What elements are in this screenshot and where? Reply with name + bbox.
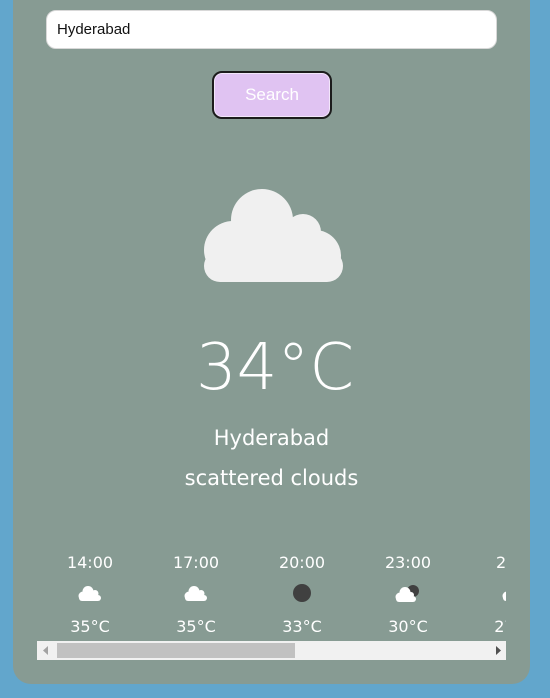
cloud-icon [200,188,346,282]
city-search-input[interactable] [46,10,497,49]
forecast-time: 2:00 [496,553,506,572]
forecast-item: 14:00 35°C [37,548,143,642]
moon-icon [249,578,355,608]
horizontal-scrollbar[interactable] [37,641,506,660]
forecast-temp: 35°C [70,617,110,636]
scroll-right-arrow-icon[interactable] [489,641,506,660]
forecast-time: 17:00 [172,553,220,572]
forecast-temp: 35°C [176,617,216,636]
scrollbar-thumb[interactable] [57,643,295,658]
forecast-item: 20:00 33°C [249,548,355,642]
cloudy-night-icon [355,578,461,608]
weather-description: scattered clouds [184,466,359,490]
forecast-time: 14:00 [66,553,114,572]
search-button[interactable]: Search [212,71,332,119]
cloud-icon [143,578,249,608]
cloud-icon [37,578,143,608]
forecast-strip: 14:00 35°C 17:00 35°C 20:00 33°C 23:00 3… [37,548,506,642]
cloud-icon [461,578,506,608]
city-name: Hyderabad [213,426,330,450]
forecast-time: 23:00 [384,553,432,572]
scroll-left-arrow-icon[interactable] [37,641,54,660]
forecast-item: 17:00 35°C [143,548,249,642]
forecast-temp: 30°C [388,617,428,636]
current-temperature: 34°C [195,331,355,405]
forecast-time: 20:00 [278,553,326,572]
forecast-temp: 33°C [282,617,322,636]
forecast-item: 23:00 30°C [355,548,461,642]
forecast-item: 2:00 27°C [461,548,506,642]
hourly-forecast[interactable]: 14:00 35°C 17:00 35°C 20:00 33°C 23:00 3… [37,548,506,642]
forecast-temp: 27°C [494,617,506,636]
